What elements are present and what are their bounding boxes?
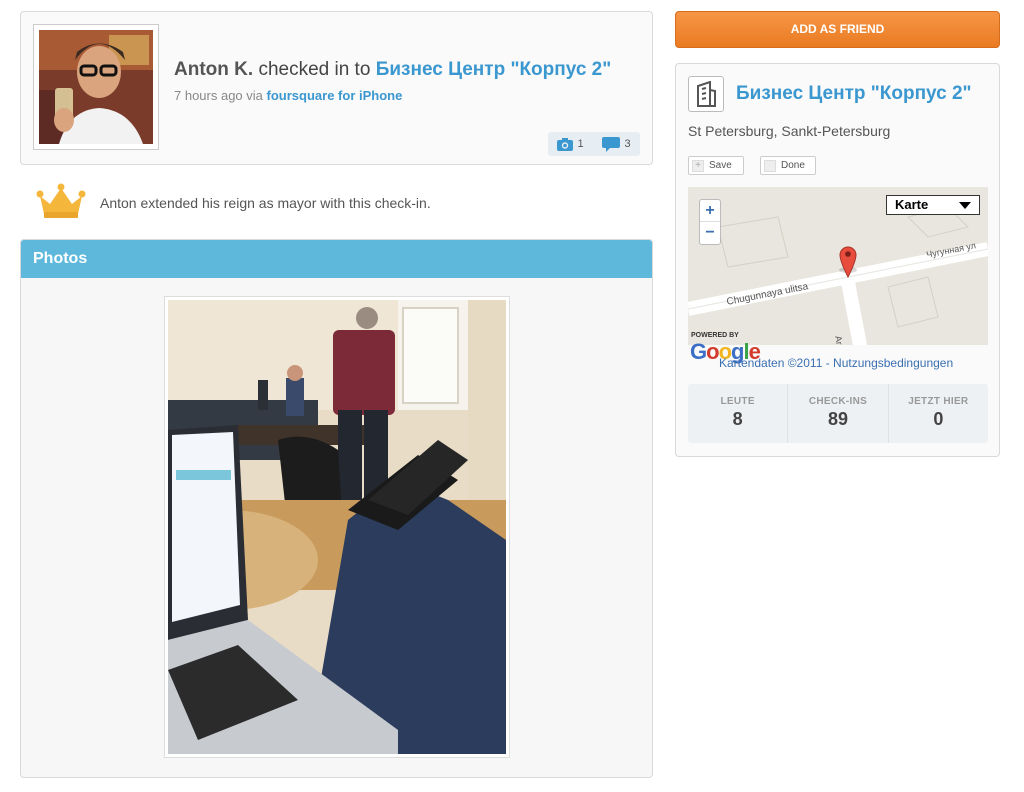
map-data-link[interactable]: Kartendaten ©2011 [719,356,822,370]
checkin-counts: 1 3 [548,132,640,156]
checkbox-icon [764,159,776,172]
venue-link[interactable]: Бизнес Центр "Корпус 2" [376,59,612,80]
comment-count[interactable]: 3 [602,136,631,152]
terms-link[interactable]: Nutzungsbedingungen [833,356,953,370]
checkin-action-text: checked in to [258,59,371,80]
plus-icon: + [692,159,704,172]
zoom-control: + − [699,199,721,245]
comment-icon [602,136,621,152]
checkin-card: Anton K. checked in to Бизнес Центр "Кор… [20,11,653,165]
venue-title[interactable]: Бизнес Центр "Корпус 2" [736,83,972,105]
checkin-meta: 7 hours ago via foursquare for iPhone [174,88,402,103]
photo-image [168,300,506,754]
done-button[interactable]: Done [760,156,816,175]
venue-card: Бизнес Центр "Корпус 2" St Petersburg, S… [675,63,1000,457]
zoom-out-button[interactable]: − [700,222,720,244]
dropdown-arrow-icon [959,202,971,209]
stat-here-now[interactable]: JETZT HIER 0 [889,384,988,443]
crown-icon [36,183,86,218]
venue-location: St Petersburg, Sankt-Petersburg [688,123,891,139]
photos-header: Photos [21,240,652,278]
mayor-notice: Anton extended his reign as mayor with t… [36,182,636,220]
stat-checkins[interactable]: CHECK-INS 89 [788,384,889,443]
checkin-time: 7 hours ago via [174,88,263,103]
app-link[interactable]: foursquare for iPhone [267,88,403,103]
map-footer: Kartendaten ©2011 - Nutzungsbedingungen [719,356,954,370]
photos-panel: Photos [20,239,653,778]
checkin-photo[interactable] [164,296,510,758]
stat-people[interactable]: LEUTE 8 [688,384,789,443]
save-button[interactable]: + Save [688,156,744,175]
powered-by-label: POWERED BY [691,332,739,339]
camera-icon [557,137,574,151]
add-friend-button[interactable]: ADD AS FRIEND [675,11,1000,48]
checkin-headline: Anton K. checked in to Бизнес Центр "Кор… [174,59,611,81]
map-type-select[interactable]: Karte [886,195,980,215]
building-icon [688,76,724,112]
mayor-text: Anton extended his reign as mayor with t… [100,195,431,211]
venue-stats: LEUTE 8 CHECK-INS 89 JETZT HIER 0 [688,384,988,443]
avatar-photo [39,30,153,144]
user-avatar[interactable] [33,24,159,150]
photo-count[interactable]: 1 [557,137,584,151]
venue-map[interactable]: Chugunnaya ulitsa Чугунная ул Arsenal'na… [688,187,988,345]
zoom-in-button[interactable]: + [700,200,720,222]
user-name-link[interactable]: Anton K. [174,59,253,80]
